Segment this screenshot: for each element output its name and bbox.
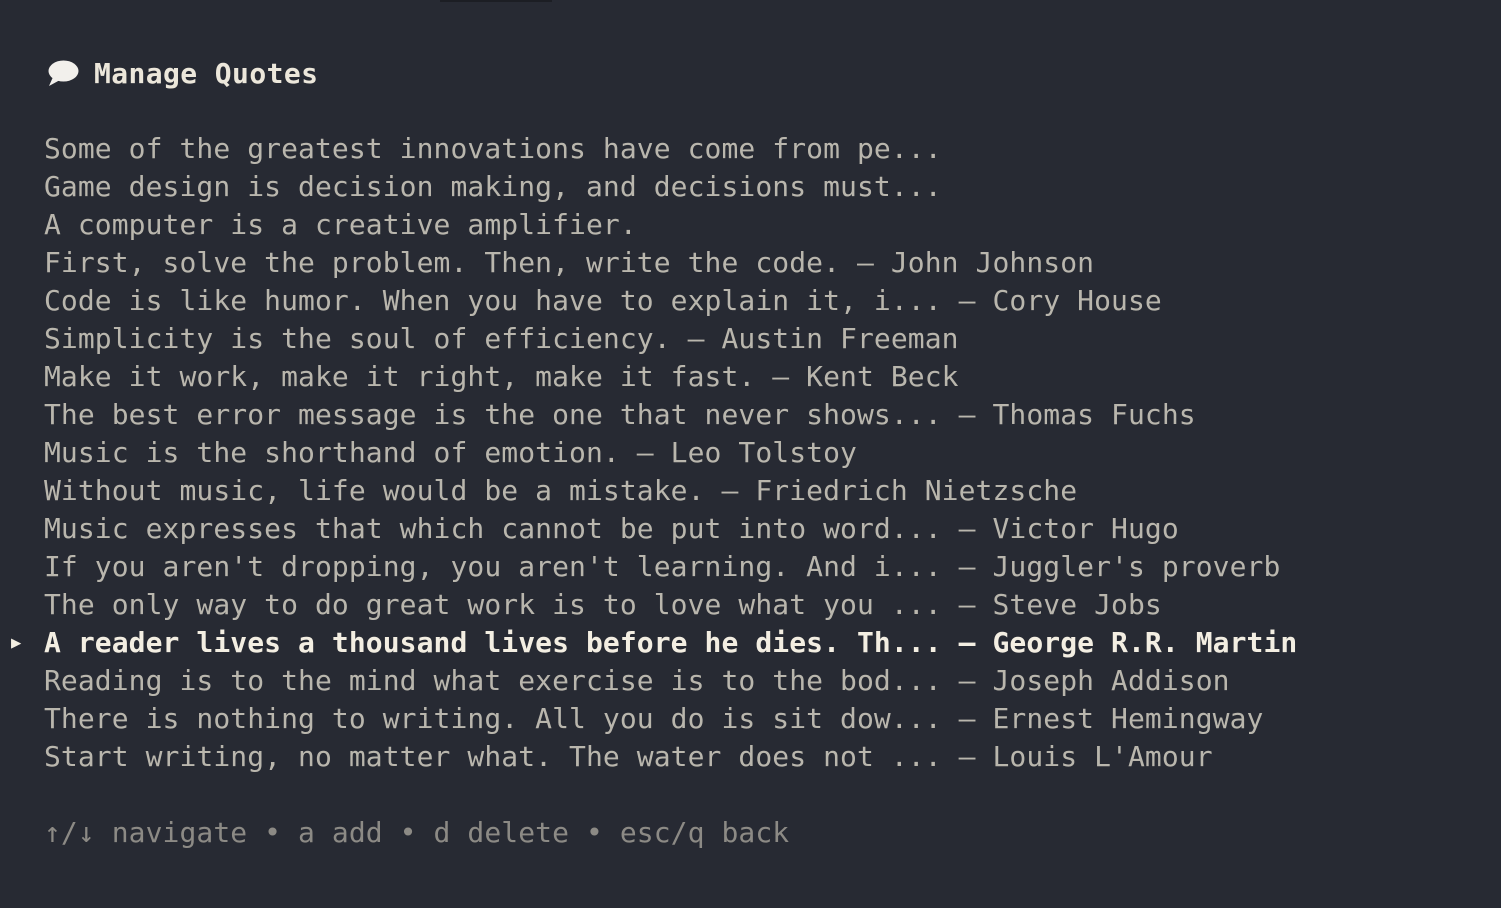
quote-list-item[interactable]: There is nothing to writing. All you do … (0, 700, 1297, 738)
quote-list-item[interactable]: Simplicity is the soul of efficiency. — … (0, 320, 1297, 358)
page-header: Manage Quotes (47, 56, 318, 90)
quote-text: Make it work, make it right, make it fas… (44, 360, 959, 393)
quote-list: Some of the greatest innovations have co… (0, 130, 1297, 776)
quote-list-item[interactable]: Music is the shorthand of emotion. — Leo… (0, 434, 1297, 472)
quote-text: Music expresses that which cannot be put… (44, 512, 1179, 545)
quote-text: A computer is a creative amplifier. (44, 208, 637, 241)
quote-list-item[interactable]: Reading is to the mind what exercise is … (0, 662, 1297, 700)
quote-list-item[interactable]: A computer is a creative amplifier. (0, 206, 1297, 244)
quote-text: Start writing, no matter what. The water… (44, 740, 1213, 773)
quote-list-item[interactable]: The best error message is the one that n… (0, 396, 1297, 434)
quote-text: First, solve the problem. Then, write th… (44, 246, 1095, 279)
quote-text: A reader lives a thousand lives before h… (44, 626, 1298, 659)
quote-list-item[interactable]: Game design is decision making, and deci… (0, 168, 1297, 206)
quote-list-item[interactable]: First, solve the problem. Then, write th… (0, 244, 1297, 282)
quote-text: Without music, life would be a mistake. … (44, 474, 1078, 507)
speech-bubble-icon (48, 60, 79, 86)
quote-text: Code is like humor. When you have to exp… (44, 284, 1162, 317)
quote-text: If you aren't dropping, you aren't learn… (44, 550, 1281, 583)
page-title: Manage Quotes (94, 56, 319, 90)
quote-text: Reading is to the mind what exercise is … (44, 664, 1230, 697)
quote-text: The best error message is the one that n… (44, 398, 1196, 431)
quote-text: Some of the greatest innovations have co… (44, 132, 942, 165)
quote-text: The only way to do great work is to love… (44, 588, 1162, 621)
quote-list-item[interactable]: The only way to do great work is to love… (0, 586, 1297, 624)
keyboard-help-text: ↑/↓ navigate • a add • d delete • esc/q … (44, 816, 790, 849)
quote-list-item[interactable]: If you aren't dropping, you aren't learn… (0, 548, 1297, 586)
quote-text: Simplicity is the soul of efficiency. — … (44, 322, 959, 355)
quote-text: Game design is decision making, and deci… (44, 170, 942, 203)
selection-cursor-icon: ▶ (11, 633, 22, 653)
quote-text: There is nothing to writing. All you do … (44, 702, 1264, 735)
quote-list-item[interactable]: Make it work, make it right, make it fas… (0, 358, 1297, 396)
quote-list-item[interactable]: Without music, life would be a mistake. … (0, 472, 1297, 510)
top-edge-divider (440, 0, 552, 2)
quote-list-item[interactable]: Code is like humor. When you have to exp… (0, 282, 1297, 320)
quote-list-item[interactable]: Some of the greatest innovations have co… (0, 130, 1297, 168)
quote-list-item[interactable]: Music expresses that which cannot be put… (0, 510, 1297, 548)
quote-text: Music is the shorthand of emotion. — Leo… (44, 436, 857, 469)
quote-list-item-selected[interactable]: ▶ A reader lives a thousand lives before … (0, 624, 1297, 662)
quote-list-item[interactable]: Start writing, no matter what. The water… (0, 738, 1297, 776)
